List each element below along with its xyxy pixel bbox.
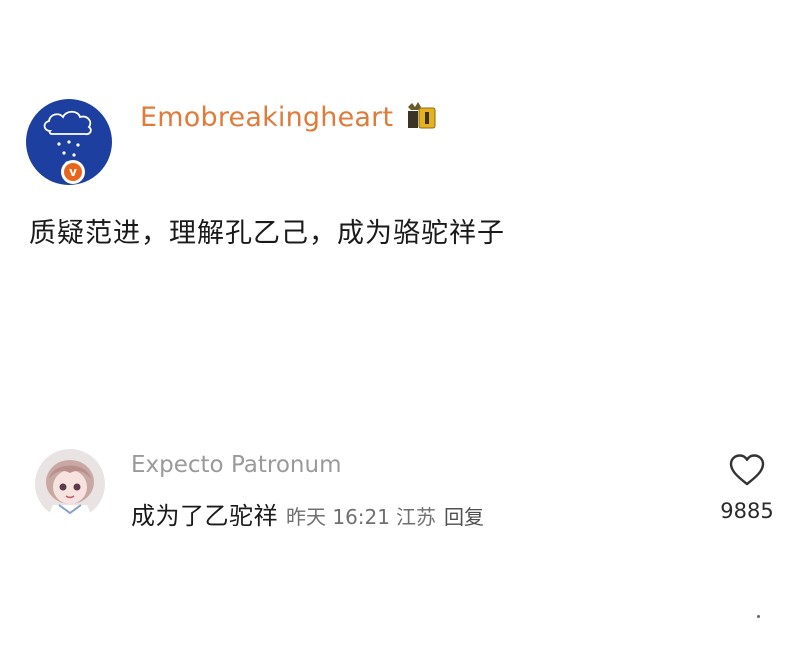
comment-time: 昨天 16:21 <box>286 505 390 529</box>
verified-badge-letter: v <box>64 163 82 181</box>
comment-text: 成为了乙驼祥 <box>131 502 278 530</box>
comment-author-name[interactable]: Expecto Patronum <box>131 452 341 478</box>
verified-badge: v <box>61 160 85 184</box>
decorative-dot <box>757 615 760 618</box>
comment-body-row: 成为了乙驼祥 昨天 16:21 江苏 回复 <box>131 496 484 531</box>
comment-meta: 昨天 16:21 江苏 <box>286 505 442 529</box>
post-author-name[interactable]: Emobreakingheart <box>140 102 393 133</box>
post-content: 质疑范进，理解孔乙己，成为骆驼祥子 <box>29 218 505 249</box>
comment-location: 江苏 <box>396 505 436 529</box>
weibo-post-screen: v Emobreakingheart 质疑范进，理解孔乙己，成为骆驼祥子 Exp… <box>0 0 800 660</box>
reply-button[interactable]: 回复 <box>444 505 484 529</box>
heart-outline-icon[interactable] <box>728 453 766 487</box>
comment-author-avatar[interactable] <box>35 449 105 519</box>
anime-girl-avatar-icon <box>35 449 105 519</box>
like-count: 9885 <box>720 499 774 523</box>
vip-badge-icon <box>408 102 436 129</box>
